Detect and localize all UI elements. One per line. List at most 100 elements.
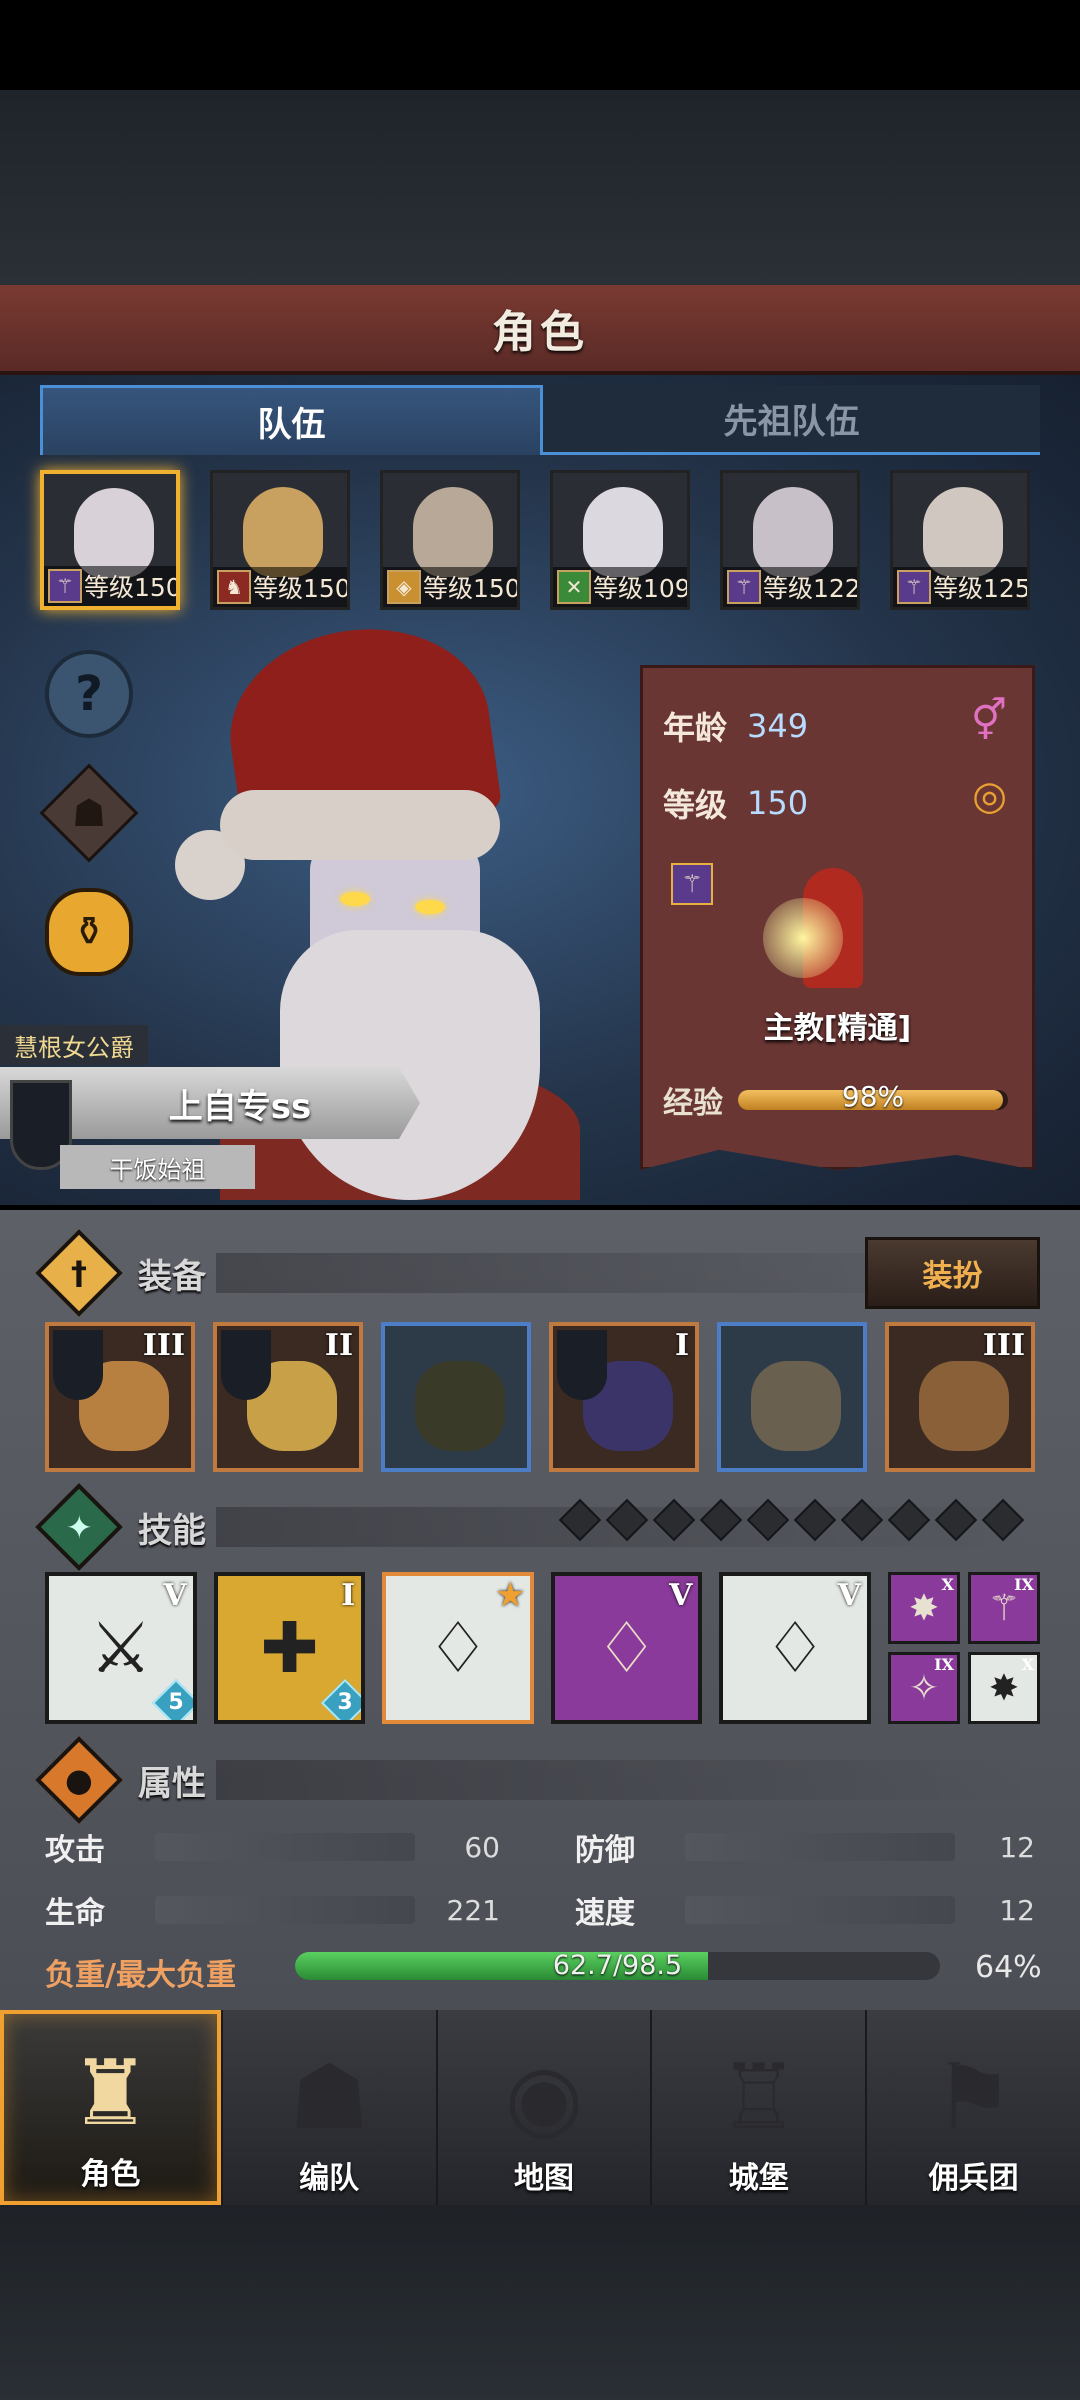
hero-card[interactable]: ⚚ 等级150 xyxy=(40,470,180,610)
dress-up-button[interactable]: 装扮 xyxy=(865,1237,1040,1309)
class-figure xyxy=(763,848,893,998)
hero-level-text: 等级122 xyxy=(763,574,860,603)
level-label: 等级 xyxy=(663,786,728,824)
hp-row: 生命 221 xyxy=(45,1888,505,1932)
hero-card[interactable]: ♞ 等级150 xyxy=(210,470,350,610)
skill-point xyxy=(558,1498,602,1542)
skill-slot[interactable]: ⚔ V 5 xyxy=(45,1572,197,1724)
equipment-slot[interactable]: II xyxy=(213,1322,363,1472)
hero-level: ⚚ 等级122 xyxy=(723,567,857,607)
burst-icon[interactable]: ✸ X xyxy=(967,1652,1040,1724)
bottom-nav: ♜ 角色 ☗ 编队 ◉ 地图 ♖ 城堡 ⚑ 佣兵团 xyxy=(0,2010,1080,2205)
tab-ancestor-team[interactable]: 先祖队伍 xyxy=(543,385,1040,455)
sparkle-icon[interactable]: ✧ IX xyxy=(887,1652,960,1724)
nav-label: 角色 xyxy=(80,2157,141,2192)
nav-castle[interactable]: ♖ 城堡 xyxy=(650,2010,865,2205)
hero-level: ⚚ 等级150 xyxy=(44,566,176,606)
attr-track xyxy=(155,1896,415,1924)
load-label: 负重/最大负重 xyxy=(45,1958,236,1993)
tier-label: IX xyxy=(1014,1575,1034,1594)
skill-point xyxy=(746,1498,790,1542)
load-percent: 64% xyxy=(975,1950,1042,1985)
star-icon: ★ xyxy=(496,1578,524,1613)
exp-label: 经验 xyxy=(663,1086,723,1121)
top-background xyxy=(0,90,1080,285)
title-bar: 角色 xyxy=(0,285,1080,375)
nav-character[interactable]: ♜ 角色 xyxy=(0,2010,221,2205)
tab-team[interactable]: 队伍 xyxy=(40,385,543,455)
charge-count: 5 xyxy=(168,1690,184,1715)
hero-level-text: 等级125 xyxy=(933,574,1030,603)
hero-card[interactable]: ⚚ 等级125 xyxy=(890,470,1030,610)
hat-fur xyxy=(220,790,500,860)
shield-icon: ◈ xyxy=(387,570,421,604)
tier-label: I xyxy=(674,1328,689,1363)
hp-value: 221 xyxy=(446,1893,500,1927)
equipment-slot[interactable]: I xyxy=(549,1322,699,1472)
guild-flag xyxy=(221,1330,271,1400)
banner-icon: ⚑ xyxy=(933,2045,1014,2150)
age-value: 349 xyxy=(747,707,809,745)
tier-label: I xyxy=(341,1578,356,1613)
nav-label: 编队 xyxy=(299,2161,360,2196)
tier-label: V xyxy=(837,1578,861,1613)
bust-icon[interactable]: ☗ xyxy=(39,763,139,863)
nav-mercenaries[interactable]: ⚑ 佣兵团 xyxy=(865,2010,1080,2205)
name-area: 慧根女公爵 上自专ss 干饭始祖 xyxy=(0,1025,430,1195)
attr-track xyxy=(685,1896,955,1924)
attr-track xyxy=(685,1833,955,1861)
nav-formation[interactable]: ☗ 编队 xyxy=(220,2010,436,2205)
skill-point xyxy=(981,1498,1025,1542)
skill-point xyxy=(934,1498,978,1542)
hero-portrait xyxy=(243,487,323,577)
eye xyxy=(415,900,445,914)
equipment-slot[interactable] xyxy=(381,1322,531,1472)
equipment-slot[interactable]: III xyxy=(45,1322,195,1472)
equipment-slot[interactable] xyxy=(717,1322,867,1472)
skill-point-slots xyxy=(558,1498,1025,1542)
tier-label: V xyxy=(669,1578,693,1613)
staff-icon: ⚚ xyxy=(671,863,713,905)
star-icon: ✦ xyxy=(35,1483,123,1571)
person-icon: ● xyxy=(35,1736,123,1824)
skill-point xyxy=(699,1498,743,1542)
hero-portrait xyxy=(74,488,154,578)
attributes-title: 属性 xyxy=(138,1763,206,1804)
tier-label: V xyxy=(163,1578,187,1613)
potion-icon[interactable]: ⚱ xyxy=(45,888,133,976)
hero-roster: ⚚ 等级150 ♞ 等级150 ◈ 等级150 ✕ 等级109 ⚚ 等级122 ⚚ 等级12… xyxy=(40,470,1040,610)
wand-icon[interactable]: ⚚ IX xyxy=(967,1572,1040,1644)
staff-icon: ⚚ xyxy=(48,569,82,603)
burst-icon[interactable]: ✸ X xyxy=(887,1572,960,1644)
hero-card[interactable]: ✕ 等级109 xyxy=(550,470,690,610)
hero-card[interactable]: ◈ 等级150 xyxy=(380,470,520,610)
tier-label: III xyxy=(982,1328,1025,1363)
attr-track xyxy=(155,1833,415,1861)
load-bar: 62.7/98.5 xyxy=(295,1952,940,1980)
skill-slot[interactable]: ✚ I 3 xyxy=(213,1572,366,1724)
class-name: 主教[精通] xyxy=(763,1011,912,1046)
hero-level-text: 等级109 xyxy=(593,574,690,603)
skill-slot[interactable]: ♢ V xyxy=(719,1572,871,1724)
skill-slot[interactable]: ♢ ★ xyxy=(382,1572,534,1724)
helmet-icon: ☗ xyxy=(288,2045,370,2150)
equipment-slot[interactable]: III xyxy=(885,1322,1035,1472)
horse-icon: ♞ xyxy=(217,570,251,604)
level-row: 等级 150 xyxy=(663,780,808,826)
castle-icon: ♖ xyxy=(718,2045,800,2150)
skill-slots: ⚔ V 5 ✚ I 3 ♢ ★ ♢ V ♢ V ✸ X ⚚ IX ✧ IX ✸ X xyxy=(45,1572,1040,1724)
status-bar-area xyxy=(0,0,1080,90)
cross-icon: † xyxy=(35,1229,123,1317)
charge-count: 3 xyxy=(336,1690,353,1715)
skill-point xyxy=(840,1498,884,1542)
hero-level-text: 等级150 xyxy=(253,574,350,603)
nav-map[interactable]: ◉ 地图 xyxy=(435,2010,651,2205)
skill-slot[interactable]: ♢ V xyxy=(550,1572,703,1724)
hero-card[interactable]: ⚚ 等级122 xyxy=(720,470,860,610)
attributes-header: ● 属性 xyxy=(35,1736,1040,1824)
staff-icon: ⚚ xyxy=(727,570,761,604)
hero-level: ✕ 等级109 xyxy=(553,567,687,607)
attack-value: 60 xyxy=(464,1830,500,1864)
help-icon[interactable]: ? xyxy=(45,650,133,738)
hero-level-text: 等级150 xyxy=(423,574,520,603)
